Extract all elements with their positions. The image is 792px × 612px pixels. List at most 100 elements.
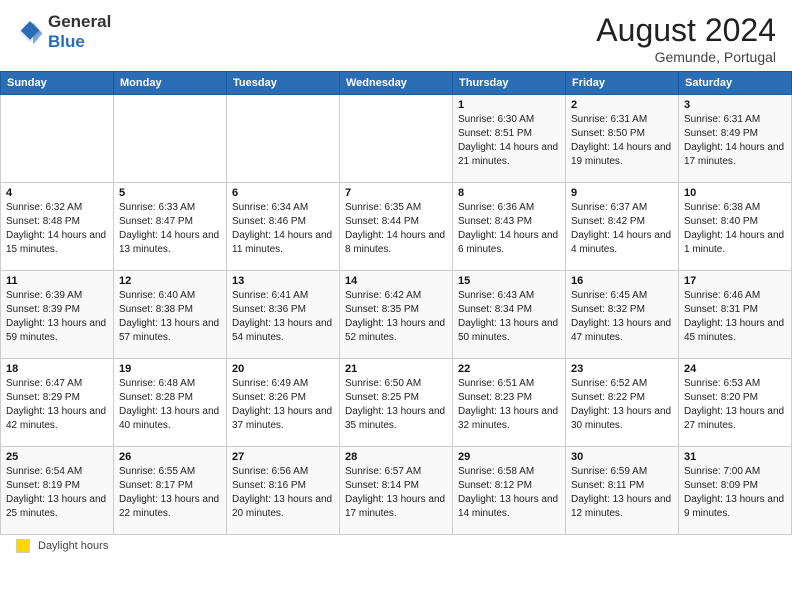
calendar-cell: 30 Sunrise: 6:59 AM Sunset: 8:11 PM Dayli… bbox=[566, 447, 679, 535]
calendar-cell: 22 Sunrise: 6:51 AM Sunset: 8:23 PM Dayli… bbox=[453, 359, 566, 447]
day-number: 30 bbox=[571, 451, 673, 463]
week-row-2: 11 Sunrise: 6:39 AM Sunset: 8:39 PM Dayli… bbox=[1, 271, 792, 359]
calendar-cell: 16 Sunrise: 6:45 AM Sunset: 8:32 PM Dayli… bbox=[566, 271, 679, 359]
day-info: Sunrise: 6:32 AM Sunset: 8:48 PM Dayligh… bbox=[6, 201, 108, 257]
day-info: Sunrise: 6:34 AM Sunset: 8:46 PM Dayligh… bbox=[232, 201, 334, 257]
calendar-cell: 14 Sunrise: 6:42 AM Sunset: 8:35 PM Dayli… bbox=[340, 271, 453, 359]
day-info: Sunrise: 6:43 AM Sunset: 8:34 PM Dayligh… bbox=[458, 289, 560, 345]
day-number: 6 bbox=[232, 187, 334, 199]
day-info: Sunrise: 6:58 AM Sunset: 8:12 PM Dayligh… bbox=[458, 465, 560, 521]
day-info: Sunrise: 6:46 AM Sunset: 8:31 PM Dayligh… bbox=[684, 289, 786, 345]
day-number: 1 bbox=[458, 99, 560, 111]
calendar-cell: 11 Sunrise: 6:39 AM Sunset: 8:39 PM Dayli… bbox=[1, 271, 114, 359]
day-info: Sunrise: 6:50 AM Sunset: 8:25 PM Dayligh… bbox=[345, 377, 447, 433]
day-number: 10 bbox=[684, 187, 786, 199]
day-number: 24 bbox=[684, 363, 786, 375]
calendar-cell: 2Sunrise: 6:31 AM Sunset: 8:50 PM Daylig… bbox=[566, 95, 679, 183]
day-number: 13 bbox=[232, 275, 334, 287]
calendar-cell: 12 Sunrise: 6:40 AM Sunset: 8:38 PM Dayli… bbox=[114, 271, 227, 359]
day-info: Sunrise: 6:40 AM Sunset: 8:38 PM Dayligh… bbox=[119, 289, 221, 345]
day-info: Sunrise: 6:31 AM Sunset: 8:49 PM Dayligh… bbox=[684, 113, 786, 169]
day-info: Sunrise: 6:59 AM Sunset: 8:11 PM Dayligh… bbox=[571, 465, 673, 521]
calendar-cell: 31 Sunrise: 7:00 AM Sunset: 8:09 PM Dayli… bbox=[679, 447, 792, 535]
title-block: August 2024 Gemunde, Portugal bbox=[596, 12, 776, 65]
day-number: 11 bbox=[6, 275, 108, 287]
day-info: Sunrise: 6:37 AM Sunset: 8:42 PM Dayligh… bbox=[571, 201, 673, 257]
header-sunday: Sunday bbox=[1, 72, 114, 95]
day-info: Sunrise: 6:48 AM Sunset: 8:28 PM Dayligh… bbox=[119, 377, 221, 433]
calendar-cell: 15 Sunrise: 6:43 AM Sunset: 8:34 PM Dayli… bbox=[453, 271, 566, 359]
header-saturday: Saturday bbox=[679, 72, 792, 95]
month-year: August 2024 bbox=[596, 12, 776, 49]
day-number: 8 bbox=[458, 187, 560, 199]
day-number: 20 bbox=[232, 363, 334, 375]
day-number: 12 bbox=[119, 275, 221, 287]
day-number: 31 bbox=[684, 451, 786, 463]
logo-general: General bbox=[48, 12, 111, 31]
calendar-cell: 3 Sunrise: 6:31 AM Sunset: 8:49 PM Daylig… bbox=[679, 95, 792, 183]
day-number: 16 bbox=[571, 275, 673, 287]
legend: Daylight hours bbox=[0, 535, 792, 557]
calendar-header-row: SundayMondayTuesdayWednesdayThursdayFrid… bbox=[1, 72, 792, 95]
calendar-cell: 24Sunrise: 6:53 AM Sunset: 8:20 PM Dayli… bbox=[679, 359, 792, 447]
day-number: 4 bbox=[6, 187, 108, 199]
logo: General Blue bbox=[16, 12, 111, 52]
calendar-cell: 8 Sunrise: 6:36 AM Sunset: 8:43 PM Daylig… bbox=[453, 183, 566, 271]
day-info: Sunrise: 7:00 AM Sunset: 8:09 PM Dayligh… bbox=[684, 465, 786, 521]
day-info: Sunrise: 6:42 AM Sunset: 8:35 PM Dayligh… bbox=[345, 289, 447, 345]
day-info: Sunrise: 6:39 AM Sunset: 8:39 PM Dayligh… bbox=[6, 289, 108, 345]
day-number: 7 bbox=[345, 187, 447, 199]
calendar-cell: 5Sunrise: 6:33 AM Sunset: 8:47 PM Daylig… bbox=[114, 183, 227, 271]
calendar-cell: 17 Sunrise: 6:46 AM Sunset: 8:31 PM Dayli… bbox=[679, 271, 792, 359]
header-friday: Friday bbox=[566, 72, 679, 95]
week-row-0: 1 Sunrise: 6:30 AM Sunset: 8:51 PM Daylig… bbox=[1, 95, 792, 183]
calendar-cell bbox=[227, 95, 340, 183]
day-info: Sunrise: 6:47 AM Sunset: 8:29 PM Dayligh… bbox=[6, 377, 108, 433]
day-number: 14 bbox=[345, 275, 447, 287]
day-info: Sunrise: 6:45 AM Sunset: 8:32 PM Dayligh… bbox=[571, 289, 673, 345]
day-info: Sunrise: 6:57 AM Sunset: 8:14 PM Dayligh… bbox=[345, 465, 447, 521]
calendar-cell bbox=[114, 95, 227, 183]
day-number: 25 bbox=[6, 451, 108, 463]
calendar-cell bbox=[1, 95, 114, 183]
calendar-cell: 21 Sunrise: 6:50 AM Sunset: 8:25 PM Dayli… bbox=[340, 359, 453, 447]
day-info: Sunrise: 6:31 AM Sunset: 8:50 PM Dayligh… bbox=[571, 113, 673, 169]
day-info: Sunrise: 6:54 AM Sunset: 8:19 PM Dayligh… bbox=[6, 465, 108, 521]
calendar-cell: 26Sunrise: 6:55 AM Sunset: 8:17 PM Dayli… bbox=[114, 447, 227, 535]
calendar-cell bbox=[340, 95, 453, 183]
day-info: Sunrise: 6:36 AM Sunset: 8:43 PM Dayligh… bbox=[458, 201, 560, 257]
location: Gemunde, Portugal bbox=[596, 49, 776, 65]
day-number: 29 bbox=[458, 451, 560, 463]
day-number: 28 bbox=[345, 451, 447, 463]
day-info: Sunrise: 6:55 AM Sunset: 8:17 PM Dayligh… bbox=[119, 465, 221, 521]
day-info: Sunrise: 6:49 AM Sunset: 8:26 PM Dayligh… bbox=[232, 377, 334, 433]
calendar-cell: 28 Sunrise: 6:57 AM Sunset: 8:14 PM Dayli… bbox=[340, 447, 453, 535]
day-info: Sunrise: 6:51 AM Sunset: 8:23 PM Dayligh… bbox=[458, 377, 560, 433]
day-number: 23 bbox=[571, 363, 673, 375]
day-number: 15 bbox=[458, 275, 560, 287]
calendar-cell: 20 Sunrise: 6:49 AM Sunset: 8:26 PM Dayli… bbox=[227, 359, 340, 447]
day-info: Sunrise: 6:56 AM Sunset: 8:16 PM Dayligh… bbox=[232, 465, 334, 521]
week-row-1: 4 Sunrise: 6:32 AM Sunset: 8:48 PM Daylig… bbox=[1, 183, 792, 271]
week-row-4: 25 Sunrise: 6:54 AM Sunset: 8:19 PM Dayli… bbox=[1, 447, 792, 535]
logo-blue: Blue bbox=[48, 32, 85, 51]
calendar-cell: 23Sunrise: 6:52 AM Sunset: 8:22 PM Dayli… bbox=[566, 359, 679, 447]
day-number: 21 bbox=[345, 363, 447, 375]
calendar-cell: 13 Sunrise: 6:41 AM Sunset: 8:36 PM Dayli… bbox=[227, 271, 340, 359]
calendar-cell: 19 Sunrise: 6:48 AM Sunset: 8:28 PM Dayli… bbox=[114, 359, 227, 447]
logo-text: General Blue bbox=[48, 12, 111, 52]
day-number: 3 bbox=[684, 99, 786, 111]
header-monday: Monday bbox=[114, 72, 227, 95]
calendar-cell: 10 Sunrise: 6:38 AM Sunset: 8:40 PM Dayli… bbox=[679, 183, 792, 271]
day-number: 17 bbox=[684, 275, 786, 287]
week-row-3: 18Sunrise: 6:47 AM Sunset: 8:29 PM Dayli… bbox=[1, 359, 792, 447]
calendar-cell: 29 Sunrise: 6:58 AM Sunset: 8:12 PM Dayli… bbox=[453, 447, 566, 535]
day-number: 22 bbox=[458, 363, 560, 375]
day-info: Sunrise: 6:38 AM Sunset: 8:40 PM Dayligh… bbox=[684, 201, 786, 257]
calendar-table: SundayMondayTuesdayWednesdayThursdayFrid… bbox=[0, 71, 792, 535]
day-number: 19 bbox=[119, 363, 221, 375]
day-info: Sunrise: 6:30 AM Sunset: 8:51 PM Dayligh… bbox=[458, 113, 560, 169]
legend-label: Daylight hours bbox=[38, 540, 108, 552]
day-info: Sunrise: 6:41 AM Sunset: 8:36 PM Dayligh… bbox=[232, 289, 334, 345]
calendar-cell: 9Sunrise: 6:37 AM Sunset: 8:42 PM Daylig… bbox=[566, 183, 679, 271]
